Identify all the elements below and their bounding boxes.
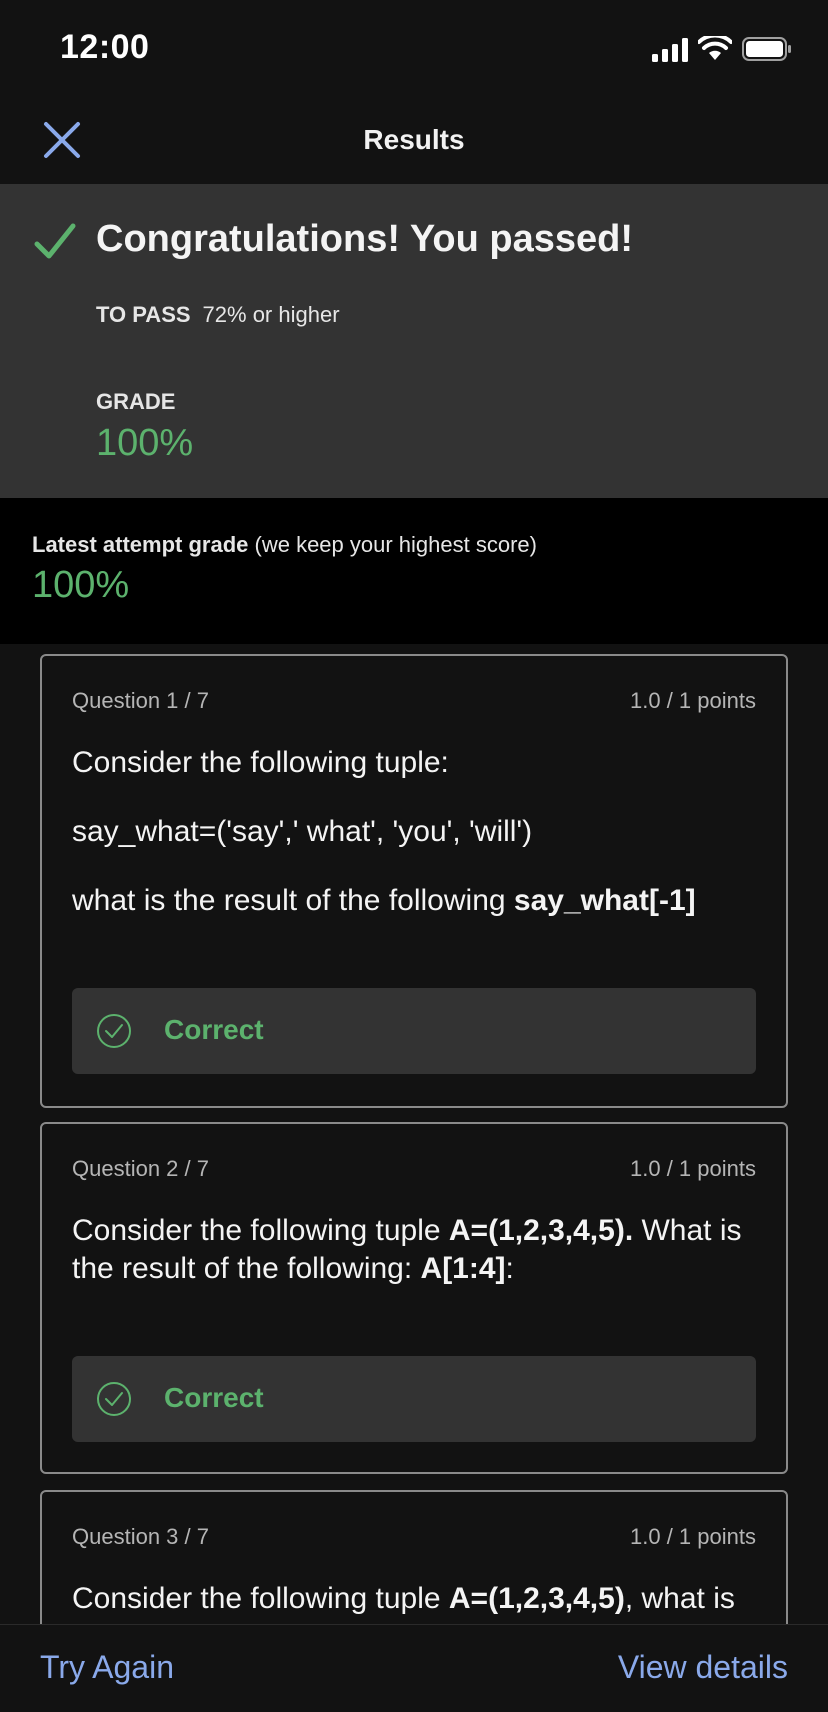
try-again-button[interactable]: Try Again xyxy=(40,1649,174,1686)
question-prompt-code: say_what[-1] xyxy=(513,884,696,917)
check-circle-icon xyxy=(97,1382,131,1416)
latest-attempt-note: (we keep your highest score) xyxy=(248,532,537,557)
question-code: A[1:4] xyxy=(420,1252,506,1285)
to-pass-row: TO PASS 72% or higher xyxy=(96,302,340,328)
answer-result: Correct xyxy=(72,1356,756,1442)
question-text-part: Consider the following tuple xyxy=(72,1214,449,1247)
question-card: Question 3 / 7 1.0 / 1 points Consider t… xyxy=(40,1490,788,1624)
check-circle-icon xyxy=(97,1014,131,1048)
pass-headline: Congratulations! You passed! xyxy=(96,218,633,260)
status-bar: 12:00 xyxy=(0,0,828,92)
signal-icon xyxy=(652,38,688,62)
question-text-part: : xyxy=(505,1252,514,1285)
latest-attempt: Latest attempt grade (we keep your highe… xyxy=(0,498,828,644)
question-code: A=(1,2,3,4,5). xyxy=(448,1214,634,1247)
question-card: Question 2 / 7 1.0 / 1 points Consider t… xyxy=(40,1122,788,1474)
question-prompt: what is the result of the following say_… xyxy=(72,882,756,920)
checkmark-icon xyxy=(34,223,76,259)
question-prompt-text: what is the result of the following xyxy=(72,884,514,917)
question-text: Consider the following tuple: xyxy=(72,746,449,779)
grade-label: GRADE xyxy=(96,389,176,414)
question-text: Consider the following tuple A=(1,2,3,4,… xyxy=(72,1580,756,1618)
question-points: 1.0 / 1 points xyxy=(630,688,756,713)
answer-result: Correct xyxy=(72,988,756,1074)
question-text: Consider the following tuple A=(1,2,3,4,… xyxy=(72,1212,756,1288)
bottom-action-bar: Try Again View details xyxy=(0,1624,828,1712)
question-number: Question 1 / 7 xyxy=(72,688,209,713)
question-text-part: , what is xyxy=(624,1582,735,1615)
to-pass-value: 72% or higher xyxy=(202,302,340,327)
latest-attempt-label: Latest attempt grade xyxy=(32,532,249,557)
view-details-button[interactable]: View details xyxy=(618,1649,788,1686)
question-code: A=(1,2,3,4,5) xyxy=(448,1582,625,1615)
question-card: Question 1 / 7 1.0 / 1 points Consider t… xyxy=(40,654,788,1108)
result-label: Correct xyxy=(164,1382,264,1413)
nav-bar: Results xyxy=(0,92,828,184)
latest-attempt-line: Latest attempt grade (we keep your highe… xyxy=(32,532,537,558)
page-title: Results xyxy=(363,124,465,155)
question-number: Question 3 / 7 xyxy=(72,1524,209,1549)
to-pass-label: TO PASS xyxy=(96,302,191,327)
result-label: Correct xyxy=(164,1014,264,1045)
battery-icon xyxy=(742,37,791,61)
question-text-part: Consider the following tuple xyxy=(72,1582,449,1615)
question-code: say_what=('say',' what', 'you', 'will') xyxy=(72,815,533,848)
question-number: Question 2 / 7 xyxy=(72,1156,209,1181)
wifi-icon xyxy=(698,36,732,60)
status-time: 12:00 xyxy=(60,28,150,66)
question-points: 1.0 / 1 points xyxy=(630,1156,756,1181)
question-points: 1.0 / 1 points xyxy=(630,1524,756,1549)
grade-value: 100% xyxy=(96,422,194,464)
latest-attempt-value: 100% xyxy=(32,564,130,606)
question-list[interactable]: Question 1 / 7 1.0 / 1 points Consider t… xyxy=(0,644,828,1624)
result-summary: Congratulations! You passed! TO PASS 72% … xyxy=(0,184,828,498)
